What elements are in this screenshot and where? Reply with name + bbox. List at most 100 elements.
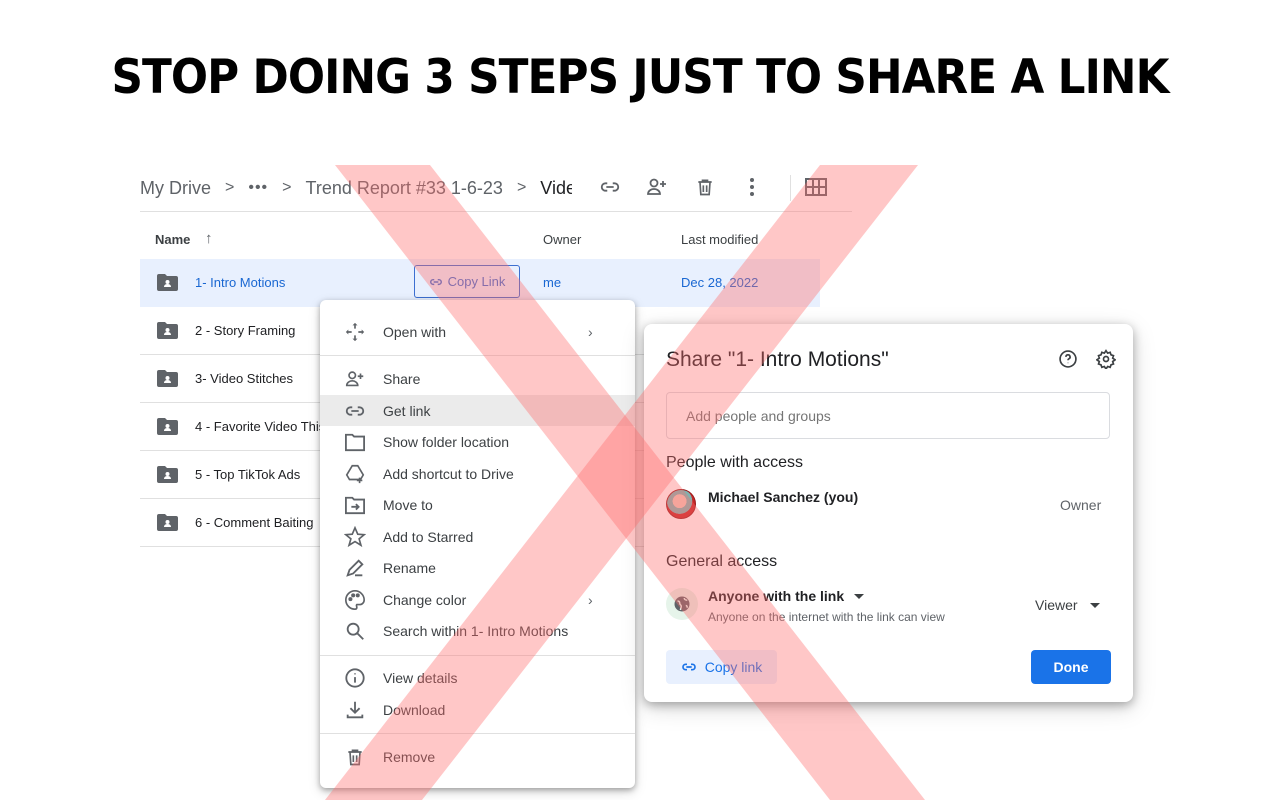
search-icon xyxy=(344,620,366,642)
menu-item-view-details[interactable]: View details xyxy=(320,662,635,693)
menu-item-label: Show folder location xyxy=(383,433,510,450)
menu-item-label: View details xyxy=(383,669,458,686)
person-name: Michael Sanchez (you) xyxy=(708,489,859,505)
file-modified: Dec 28, 2022 xyxy=(681,275,759,290)
role-label: Viewer xyxy=(1035,597,1078,613)
file-owner: me xyxy=(543,275,562,290)
file-name[interactable]: 1- Intro Motions xyxy=(195,275,285,290)
sort-arrow-icon[interactable]: ↑ xyxy=(205,230,213,247)
move-to-icon xyxy=(344,494,366,516)
menu-item-change-color[interactable]: Change color › xyxy=(320,584,635,615)
shared-folder-icon xyxy=(157,418,178,435)
file-name[interactable]: 3- Video Stitches xyxy=(195,371,293,386)
link-icon xyxy=(429,278,442,285)
breadcrumb-separator: > xyxy=(225,179,235,196)
open-with-icon xyxy=(344,321,366,343)
more-vert-icon[interactable] xyxy=(740,175,764,199)
menu-item-label: Remove xyxy=(383,748,436,765)
star-icon xyxy=(344,525,366,548)
add-person-icon[interactable] xyxy=(645,175,669,199)
shared-folder-icon xyxy=(157,322,178,339)
share-dialog: Share "1- Intro Motions" People with acc… xyxy=(644,324,1133,702)
file-name[interactable]: 6 - Comment Baiting xyxy=(195,515,314,530)
grid-view-icon[interactable] xyxy=(804,175,828,199)
add-person-icon xyxy=(344,368,366,390)
menu-item-open-with[interactable]: Open with › xyxy=(320,316,635,347)
menu-item-label: Get link xyxy=(383,402,431,419)
caret-down-icon xyxy=(854,593,865,599)
copy-link-label: Copy link xyxy=(704,659,763,675)
download-icon xyxy=(344,699,366,721)
caret-down-icon xyxy=(1089,602,1100,608)
breadcrumb-my-drive[interactable]: My Drive xyxy=(140,178,211,199)
general-access-heading: General access xyxy=(666,553,778,570)
share-dialog-title: Share "1- Intro Motions" xyxy=(666,348,889,371)
column-header-name[interactable]: Name xyxy=(155,232,190,247)
shared-folder-icon xyxy=(157,274,178,291)
link-icon xyxy=(681,663,696,671)
general-access-dropdown[interactable]: Anyone with the link xyxy=(708,588,865,604)
breadcrumb-separator: > xyxy=(516,179,527,196)
pencil-icon xyxy=(344,557,366,579)
file-name[interactable]: 4 - Favorite Video This xyxy=(195,419,325,434)
column-header-owner: Owner xyxy=(543,232,582,247)
menu-divider xyxy=(320,355,635,356)
toolbar-divider xyxy=(790,175,791,201)
menu-item-label: Add shortcut to Drive xyxy=(383,465,514,482)
menu-item-rename[interactable]: Rename xyxy=(320,552,635,583)
menu-item-remove[interactable]: Remove xyxy=(320,741,635,772)
menu-item-label: Search within 1- Intro Motions xyxy=(383,622,569,639)
file-name[interactable]: 5 - Top TikTok Ads xyxy=(195,467,300,482)
drive-shortcut-icon xyxy=(344,463,366,485)
headline: STOP DOING 3 STEPS JUST TO SHARE A LINK xyxy=(111,50,1169,105)
menu-divider xyxy=(320,733,635,734)
breadcrumb-current-folder[interactable]: Vide xyxy=(540,178,572,199)
menu-item-show-folder-location[interactable]: Show folder location xyxy=(320,426,635,457)
menu-item-download[interactable]: Download xyxy=(320,694,635,725)
role-dropdown[interactable]: Viewer xyxy=(1035,597,1100,613)
menu-item-label: Add to Starred xyxy=(383,528,474,545)
access-description: Anyone on the internet with the link can… xyxy=(708,610,945,624)
shared-folder-icon xyxy=(157,370,178,387)
menu-item-label: Download xyxy=(383,701,446,718)
trash-icon[interactable] xyxy=(693,175,717,199)
link-icon xyxy=(344,400,366,422)
drive-toolbar: My Drive > ••• > Trend Report #33 1-6-23… xyxy=(140,165,852,212)
globe-icon xyxy=(666,588,698,620)
access-type-label: Anyone with the link xyxy=(708,588,845,604)
breadcrumb-trend-report[interactable]: Trend Report #33 1-6-23 xyxy=(306,178,503,199)
shared-folder-icon xyxy=(157,466,178,483)
gear-icon[interactable] xyxy=(1095,348,1117,370)
add-people-input[interactable] xyxy=(666,392,1110,439)
menu-item-label: Move to xyxy=(383,496,433,513)
info-icon xyxy=(344,667,366,689)
menu-divider xyxy=(320,655,635,656)
person-role: Owner xyxy=(1060,497,1102,513)
folder-icon xyxy=(344,431,366,453)
menu-item-label: Share xyxy=(383,370,421,387)
menu-item-search-within[interactable]: Search within 1- Intro Motions xyxy=(320,615,635,646)
context-menu: Open with › Share Get link Show folder l… xyxy=(320,300,635,788)
link-icon[interactable] xyxy=(598,175,622,199)
file-name[interactable]: 2 - Story Framing xyxy=(195,323,295,338)
menu-item-share[interactable]: Share xyxy=(320,363,635,394)
menu-item-add-to-starred[interactable]: Add to Starred xyxy=(320,521,635,552)
chevron-right-icon: › xyxy=(588,323,593,340)
breadcrumb-separator: > xyxy=(282,179,292,196)
avatar xyxy=(666,489,696,519)
row-copy-link-button[interactable]: Copy Link xyxy=(414,265,520,298)
column-header-last-modified[interactable]: Last modified xyxy=(681,232,758,247)
menu-item-get-link[interactable]: Get link xyxy=(320,395,635,426)
shared-folder-icon xyxy=(157,514,178,531)
menu-item-label: Change color xyxy=(383,591,467,608)
people-with-access-heading: People with access xyxy=(666,454,803,471)
breadcrumb-overflow[interactable]: ••• xyxy=(248,179,268,197)
menu-item-label: Open with xyxy=(383,323,447,340)
help-icon[interactable] xyxy=(1057,348,1079,370)
copy-link-button[interactable]: Copy link xyxy=(666,650,777,684)
chevron-right-icon: › xyxy=(588,591,593,608)
menu-item-add-shortcut[interactable]: Add shortcut to Drive xyxy=(320,458,635,489)
done-button[interactable]: Done xyxy=(1031,650,1111,684)
menu-item-label: Rename xyxy=(383,559,436,576)
menu-item-move-to[interactable]: Move to xyxy=(320,489,635,520)
